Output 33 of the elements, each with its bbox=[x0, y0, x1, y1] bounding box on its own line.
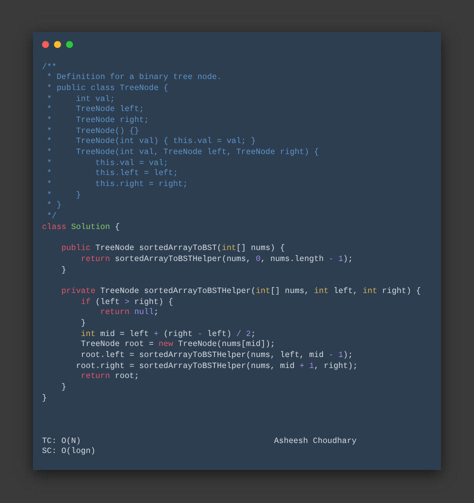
code-line: */ bbox=[46, 212, 57, 222]
code-line: * int val; bbox=[46, 94, 115, 104]
code-line: * Definition for a binary tree node. bbox=[46, 73, 222, 82]
code-line: } bbox=[42, 394, 47, 403]
code-line: /** bbox=[42, 62, 57, 72]
code-line: return null; bbox=[99, 308, 159, 318]
code-line: * this.left = left; bbox=[46, 169, 178, 178]
code-line: TreeNode root = new TreeNode(nums[mid]); bbox=[80, 340, 276, 350]
code-line: int mid = left + (right - left) / 2; bbox=[80, 330, 256, 339]
code-line: * this.val = val; bbox=[46, 158, 168, 168]
code-line: class Solution { bbox=[42, 222, 120, 232]
code-line: public TreeNode sortedArrayToBST(int[] nums) { bbox=[60, 244, 285, 254]
code-line: if (left > right) { bbox=[80, 298, 174, 307]
code-line: * } bbox=[46, 201, 62, 210]
code-line: * TreeNode(int val) { this.val = val; } bbox=[46, 137, 256, 146]
code-line: * TreeNode right; bbox=[46, 116, 149, 125]
code-line: root.right = sortedArrayToBSTHelper(nums, mid + 1, right); bbox=[74, 362, 358, 371]
complexity-note: SC: O(logn) bbox=[42, 447, 96, 458]
author-name: Asheesh Choudhary bbox=[274, 436, 358, 448]
code-line: return root; bbox=[80, 372, 140, 382]
code-line: root.left = sortedArrayToBSTHelper(nums, left, mid - 1); bbox=[80, 351, 353, 360]
code-line: * public class TreeNode { bbox=[46, 84, 168, 93]
code-line: } bbox=[60, 383, 66, 392]
code-line: * TreeNode() {} bbox=[46, 126, 140, 136]
code-line: return sortedArrayToBSTHelper(nums, 0, nums.length - 1); bbox=[80, 254, 353, 264]
code-line: * } bbox=[46, 190, 81, 200]
code-line: * TreeNode(int val, TreeNode left, TreeNode right) { bbox=[46, 148, 319, 157]
complexity-note: TC: O(N) bbox=[42, 436, 81, 447]
code-line: } bbox=[80, 319, 86, 328]
code-line: * TreeNode left; bbox=[46, 105, 144, 114]
code-line: private TreeNode sortedArrayToBSTHelper(int[] nums, int left, int right) { bbox=[60, 286, 421, 296]
code-line: * this.right = right; bbox=[46, 180, 188, 190]
code-line: } bbox=[60, 266, 66, 275]
